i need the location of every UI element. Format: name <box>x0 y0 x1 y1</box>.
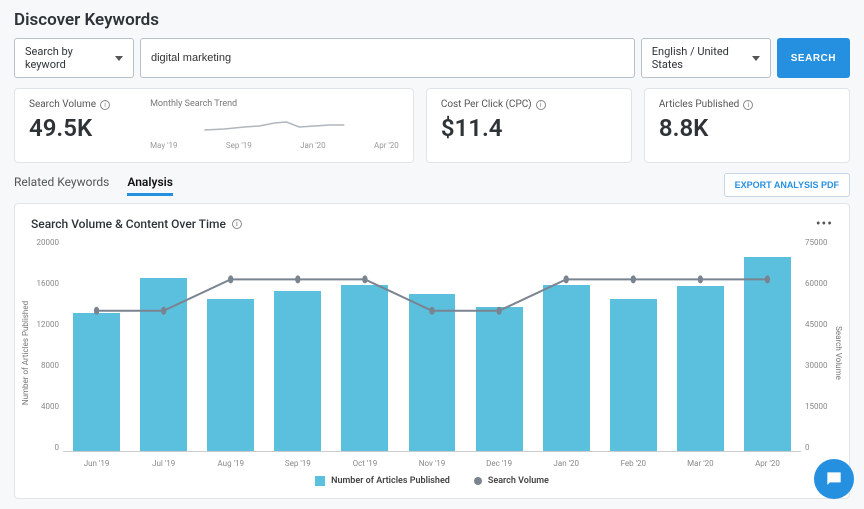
card-articles: Articles Published i 8.8K <box>644 88 850 163</box>
chart-bar <box>610 299 657 451</box>
card-value-search-volume: 49.5K <box>29 114 110 142</box>
chevron-down-icon <box>752 56 760 61</box>
search-type-label: Search by keyword <box>25 45 107 71</box>
chart-card: Search Volume & Content Over Time i ••• … <box>14 203 850 499</box>
chart-bar <box>409 294 456 451</box>
legend-bars: Number of Articles Published <box>315 476 450 486</box>
y-axis-left-ticks: 200001600012000800040000 <box>31 238 63 468</box>
locale-dropdown[interactable]: English / United States <box>641 38 771 78</box>
x-tick: Dec '19 <box>466 459 533 468</box>
y-axis-right-ticks: 75000600004500030000150000 <box>801 238 833 468</box>
chart-bar <box>476 307 523 451</box>
x-tick: Mar '20 <box>667 459 734 468</box>
trend-tick: May '19 <box>150 141 177 150</box>
legend-line: Search Volume <box>474 476 549 486</box>
x-tick: Jan '20 <box>533 459 600 468</box>
trend-label: Monthly Search Trend <box>150 99 399 109</box>
chart-title: Search Volume & Content Over Time <box>31 217 226 231</box>
chart-bar <box>677 286 724 451</box>
tab-related-keywords[interactable]: Related Keywords <box>14 175 109 196</box>
chart-legend: Number of Articles Published Search Volu… <box>31 476 833 486</box>
legend-square-icon <box>315 476 325 486</box>
search-button[interactable]: SEARCH <box>777 38 850 78</box>
y-axis-left-label: Number of Articles Published <box>21 301 30 405</box>
chart-plot: Jun '19Jul '19Aug '19Sep '19Oct '19Nov '… <box>63 238 801 468</box>
page-title: Discover Keywords <box>14 10 850 30</box>
trend-tick: Sep '19 <box>226 141 252 150</box>
info-icon[interactable]: i <box>743 100 753 110</box>
chevron-down-icon <box>115 56 123 61</box>
more-icon[interactable]: ••• <box>816 216 833 232</box>
y-axis-right-label: Search Volume <box>834 326 843 380</box>
x-tick: Apr '20 <box>734 459 801 468</box>
x-tick: Oct '19 <box>331 459 398 468</box>
export-analysis-button[interactable]: EXPORT ANALYSIS PDF <box>724 173 850 197</box>
info-icon[interactable]: i <box>536 100 546 110</box>
stat-cards: Search Volume i 49.5K Monthly Search Tre… <box>14 88 850 163</box>
x-tick: Feb '20 <box>600 459 667 468</box>
chart-bar <box>543 285 590 451</box>
card-label-search-volume: Search Volume <box>29 99 96 110</box>
tabs: Related Keywords Analysis <box>14 175 173 196</box>
tab-analysis[interactable]: Analysis <box>127 175 173 196</box>
chat-bubble-icon[interactable] <box>814 459 854 499</box>
card-search-volume: Search Volume i 49.5K Monthly Search Tre… <box>14 88 414 163</box>
search-type-dropdown[interactable]: Search by keyword <box>14 38 134 78</box>
sparkline-svg <box>150 115 399 135</box>
locale-label: English / United States <box>652 45 744 71</box>
legend-dot-icon <box>474 477 482 485</box>
search-input[interactable] <box>140 38 635 78</box>
chart-bar <box>140 278 187 451</box>
x-tick: Jul '19 <box>130 459 197 468</box>
chart-bar <box>73 313 120 451</box>
x-tick: Aug '19 <box>197 459 264 468</box>
search-row: Search by keyword English / United State… <box>14 38 850 78</box>
info-icon[interactable]: i <box>232 219 242 229</box>
card-label-cpc: Cost Per Click (CPC) <box>441 99 532 110</box>
chart-bar <box>744 257 791 451</box>
info-icon[interactable]: i <box>100 100 110 110</box>
trend-tick: Jan '20 <box>300 141 326 150</box>
chart-bar <box>341 285 388 451</box>
card-cpc: Cost Per Click (CPC) i $11.4 <box>426 88 632 163</box>
card-value-cpc: $11.4 <box>441 114 617 142</box>
chart-area: Number of Articles Published 20000160001… <box>31 238 833 468</box>
x-tick: Nov '19 <box>398 459 465 468</box>
card-label-articles: Articles Published <box>659 99 739 110</box>
x-tick: Jun '19 <box>63 459 130 468</box>
chart-bar <box>207 299 254 451</box>
trend-tick: Apr '20 <box>374 141 399 150</box>
card-value-articles: 8.8K <box>659 114 835 142</box>
trend-sparkline: Monthly Search Trend May '19 Sep '19 Jan… <box>130 99 399 150</box>
chart-bar <box>274 291 321 451</box>
x-tick: Sep '19 <box>264 459 331 468</box>
